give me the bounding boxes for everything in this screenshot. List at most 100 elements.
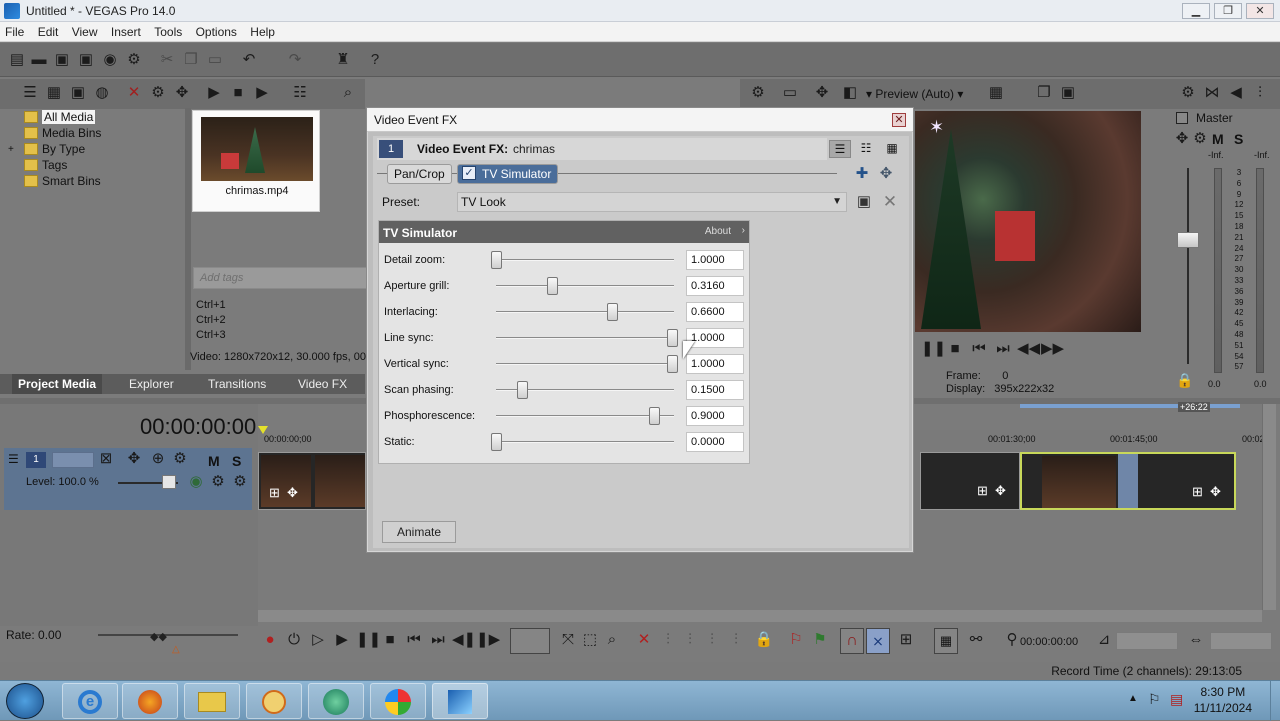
event-grouping-icon[interactable]: ▦ bbox=[934, 628, 958, 654]
preview-quality-dropdown[interactable]: ▾ Preview (Auto) ▾ bbox=[866, 87, 963, 101]
compositing-mode-icon[interactable]: ◉ bbox=[186, 473, 206, 493]
preview-properties-icon[interactable]: ⚙ bbox=[748, 84, 768, 104]
animate-button[interactable]: Animate bbox=[382, 521, 456, 543]
envelope-edit-tool-icon[interactable]: ⤧ bbox=[558, 631, 578, 651]
pan-crop-icon[interactable]: ⊞ bbox=[269, 485, 280, 501]
loop-playback-icon[interactable]: ⏻ bbox=[284, 631, 304, 651]
tree-item-smart-bins[interactable]: Smart Bins bbox=[42, 174, 101, 188]
parameter-slider-thumb[interactable] bbox=[517, 381, 529, 399]
parameter-value-field[interactable]: 0.1500 bbox=[686, 380, 744, 400]
split-icon[interactable]: ⫶ bbox=[726, 631, 746, 651]
single-view-icon[interactable]: ☰ bbox=[829, 140, 851, 158]
lock-icon[interactable]: 🔒 bbox=[1176, 372, 1193, 389]
tab-video-fx[interactable]: Video FX bbox=[298, 377, 347, 391]
selection-length-field[interactable] bbox=[1116, 632, 1178, 650]
dim-output-icon[interactable]: ◀ bbox=[1226, 84, 1246, 104]
previous-frame-icon[interactable]: ⏮ bbox=[969, 340, 989, 360]
delete-preset-icon[interactable]: ✕ bbox=[879, 192, 901, 212]
fx-dialog-titlebar[interactable]: Video Event FX ✕ bbox=[367, 108, 913, 132]
tab-explorer[interactable]: Explorer bbox=[129, 377, 174, 391]
tree-item-by-type[interactable]: By Type bbox=[42, 142, 85, 156]
parameter-slider-track[interactable] bbox=[496, 337, 674, 339]
tree-item-all-media[interactable]: All Media bbox=[42, 110, 96, 124]
undo-icon[interactable]: ↶ bbox=[240, 51, 258, 69]
overlays-grid-icon[interactable]: ▦ bbox=[986, 84, 1006, 104]
lock-event-icon[interactable]: ⚯ bbox=[966, 631, 986, 651]
capture-video-icon[interactable]: ▦ bbox=[44, 84, 64, 104]
action-center-icon[interactable]: ⚐ bbox=[1148, 691, 1161, 708]
selection-end-field[interactable] bbox=[1210, 632, 1272, 650]
copy-icon[interactable]: ❐ bbox=[182, 51, 200, 69]
internet-explorer-taskbar-icon[interactable]: e bbox=[62, 683, 118, 719]
redo-icon[interactable]: ↷ bbox=[286, 51, 304, 69]
close-window-button[interactable]: ✕ bbox=[1246, 3, 1274, 19]
selection-edit-tool-icon[interactable]: ⬚ bbox=[580, 631, 600, 651]
make-compositing-child-icon[interactable]: ⚙ bbox=[208, 473, 228, 493]
go-to-start-icon[interactable]: ⏮ bbox=[404, 631, 424, 651]
master-settings-gear-icon[interactable]: ⚙ bbox=[1190, 130, 1210, 150]
firefox-taskbar-icon[interactable] bbox=[122, 683, 178, 719]
save-as-icon[interactable]: ▣ bbox=[77, 51, 95, 69]
plugin-chain-icon[interactable]: ✚ bbox=[851, 164, 873, 184]
tab-project-media[interactable]: Project Media bbox=[12, 374, 103, 394]
web-media-icon[interactable]: ◍ bbox=[92, 84, 112, 104]
show-hidden-icons[interactable]: ▲ bbox=[1128, 693, 1138, 704]
timeline-horizontal-scrollbar[interactable] bbox=[258, 610, 1262, 622]
chain-tv-simulator-button[interactable]: ✓ TV Simulator bbox=[457, 164, 559, 184]
vegas-pro-taskbar-icon[interactable] bbox=[432, 683, 488, 719]
media-fx-icon[interactable]: ✥ bbox=[172, 84, 192, 104]
save-icon[interactable]: ▣ bbox=[53, 51, 71, 69]
zoom-edit-tool-icon[interactable]: ⌕ bbox=[602, 631, 622, 651]
menu-help[interactable]: Help bbox=[245, 22, 280, 42]
new-project-icon[interactable]: ▤ bbox=[8, 51, 26, 69]
stop-icon[interactable]: ■ bbox=[945, 340, 965, 360]
chain-pan-crop-button[interactable]: Pan/Crop bbox=[387, 164, 452, 184]
video-clip[interactable]: ⊞ ✥ bbox=[920, 452, 1020, 510]
start-button-icon[interactable] bbox=[6, 683, 44, 719]
preview-fx-icon[interactable]: ◧ bbox=[840, 84, 860, 104]
rate-slider-handle[interactable]: ◆◆ bbox=[150, 630, 167, 643]
insert-marker-icon[interactable]: ⚐ bbox=[786, 631, 806, 651]
app-taskbar-icon[interactable] bbox=[308, 683, 364, 719]
event-fx-icon[interactable]: ✥ bbox=[995, 483, 1006, 499]
snapping-magnet-icon[interactable]: ∩ bbox=[840, 628, 864, 654]
network-icon[interactable]: ▤ bbox=[1170, 691, 1183, 708]
bypass-checkbox-icon[interactable]: ✓ bbox=[462, 166, 476, 180]
ripple-edit-icon[interactable]: ⊞ bbox=[896, 631, 916, 651]
stop-icon[interactable]: ■ bbox=[228, 84, 248, 104]
about-link[interactable]: About bbox=[705, 226, 731, 237]
add-tags-input[interactable]: Add tags bbox=[193, 267, 368, 289]
parameter-slider-thumb[interactable] bbox=[667, 329, 678, 347]
video-clip-selected[interactable]: ⊞ ✥ bbox=[1020, 452, 1236, 510]
menu-insert[interactable]: Insert bbox=[106, 22, 146, 42]
parameter-slider-thumb[interactable] bbox=[607, 303, 619, 321]
preset-dropdown[interactable]: TV Look ▼ bbox=[457, 192, 847, 212]
play-pause-icon[interactable]: ❚❚ bbox=[921, 340, 946, 360]
media-properties-icon[interactable]: ⚙ bbox=[148, 84, 168, 104]
search-icon[interactable]: ⌕ bbox=[338, 84, 358, 104]
parameter-slider-thumb[interactable] bbox=[546, 277, 558, 295]
paste-icon[interactable]: ▭ bbox=[206, 51, 224, 69]
parameter-value-field[interactable]: 0.6600 bbox=[686, 302, 744, 322]
save-snapshot-icon[interactable]: ▣ bbox=[1058, 84, 1078, 104]
mixer-icon[interactable]: ⫶ bbox=[1250, 84, 1270, 104]
track-level-handle[interactable] bbox=[162, 475, 176, 489]
previous-frame-icon[interactable]: ◀❚ bbox=[452, 631, 476, 651]
parameter-slider-track[interactable] bbox=[496, 415, 674, 417]
trim-icon[interactable]: ⫶ bbox=[658, 631, 678, 651]
parameter-slider-thumb[interactable] bbox=[649, 407, 661, 425]
parameter-slider-track[interactable] bbox=[496, 285, 674, 287]
pan-crop-icon[interactable]: ⊞ bbox=[977, 483, 988, 499]
master-fader-handle[interactable] bbox=[1177, 232, 1199, 248]
video-track-header[interactable]: ☰ 1 ⊠ ✥ ⊕ ⚙ M S Level: 100.0 % ◉ ⚙ ⚙ bbox=[4, 448, 252, 510]
menu-view[interactable]: View bbox=[67, 22, 103, 42]
menu-file[interactable]: File bbox=[0, 22, 29, 42]
fx-dialog-close-button[interactable]: ✕ bbox=[892, 113, 906, 127]
rate-slider[interactable] bbox=[98, 634, 238, 636]
play-icon[interactable]: ▶ bbox=[332, 631, 352, 651]
copy-snapshot-icon[interactable]: ❐ bbox=[1034, 84, 1054, 104]
tree-item-media-bins[interactable]: Media Bins bbox=[42, 126, 101, 140]
menu-edit[interactable]: Edit bbox=[33, 22, 64, 42]
views-icon[interactable]: ☷ bbox=[290, 84, 310, 104]
chevron-right-icon[interactable]: › bbox=[742, 225, 745, 236]
